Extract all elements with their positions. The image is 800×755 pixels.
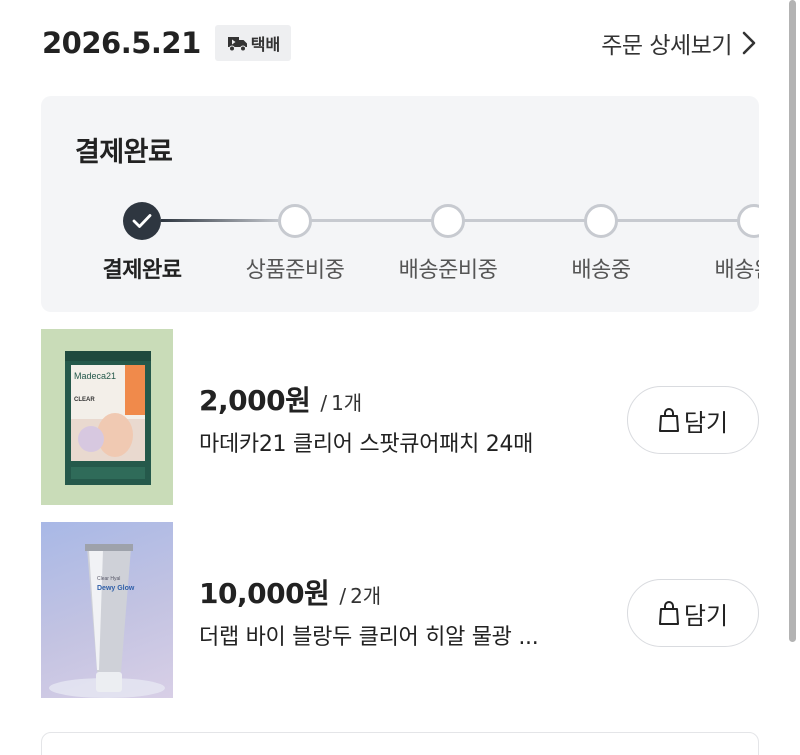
patch-package-image: Madeca21 CLEAR: [65, 351, 151, 485]
product-quantity: 2개: [350, 584, 382, 608]
status-title: 결제완료: [75, 137, 173, 168]
next-section-card: [41, 732, 759, 755]
step-node-ready-to-ship: [431, 204, 465, 238]
package-brand-text: Madeca21: [74, 371, 116, 381]
step-label-paid: 결제완료: [102, 258, 182, 283]
step-node-shipping: [584, 204, 618, 238]
truck-icon: [227, 36, 247, 51]
delivery-type-label: 택배: [250, 35, 281, 54]
progress-line-done: [161, 219, 281, 222]
step-node-completed: [123, 202, 161, 240]
product-quantity: 1개: [331, 391, 363, 415]
shopping-bag-icon: [658, 408, 679, 432]
check-icon: [132, 214, 152, 228]
order-detail-label: 주문 상세보기: [601, 33, 732, 59]
package-line-text: CLEAR: [74, 397, 95, 403]
add-to-cart-button[interactable]: 담기: [627, 386, 759, 454]
add-to-cart-button[interactable]: 담기: [627, 579, 759, 647]
product-item: Clear Hyal Dewy Glow 10,000원 / 2개 더랩 바이 …: [41, 522, 759, 699]
step-label-shipping: 배송중: [571, 258, 631, 283]
quantity-separator: /: [320, 391, 328, 415]
price-line: 2,000원 / 1개: [199, 379, 362, 419]
step-label-ready-to-ship: 배송준비중: [398, 258, 498, 283]
add-to-cart-label: 담기: [683, 601, 729, 630]
order-detail-link[interactable]: 주문 상세보기: [601, 26, 756, 60]
delivery-badge: 택배: [214, 25, 292, 61]
order-date: 2026.5.21: [42, 26, 201, 60]
step-label-delivered: 배송완료: [714, 258, 759, 283]
product-name[interactable]: 더랩 바이 블랑두 클리어 히알 물광 ...: [199, 619, 539, 651]
scrollbar[interactable]: [789, 0, 796, 642]
tube-product-image: Clear Hyal Dewy Glow: [49, 544, 165, 698]
add-to-cart-label: 담기: [683, 408, 729, 437]
product-image[interactable]: Madeca21 CLEAR: [41, 329, 173, 505]
tube-brand-text: Dewy Glow: [97, 585, 135, 592]
progress-line: [281, 219, 759, 222]
shopping-bag-icon: [658, 601, 679, 625]
order-header: 2026.5.21 택배 주문 상세보기: [42, 22, 758, 64]
tube-line-text: Clear Hyal: [97, 576, 120, 582]
price-line: 10,000원 / 2개: [199, 572, 381, 612]
order-status-card: 결제완료 결제완료 상품준비중 배송준비중 배송중 배송완료: [41, 96, 759, 312]
product-price: 10,000원: [199, 577, 330, 610]
quantity-separator: /: [339, 584, 347, 608]
chevron-right-icon: [742, 31, 756, 55]
step-label-preparing: 상품준비중: [245, 258, 345, 283]
product-item: Madeca21 CLEAR 2,000원 / 1개 마데카21 클리어 스팟큐…: [41, 329, 759, 506]
step-node-preparing: [278, 204, 312, 238]
product-name[interactable]: 마데카21 클리어 스팟큐어패치 24매: [199, 426, 533, 458]
step-node-delivered: [737, 204, 759, 238]
product-image[interactable]: Clear Hyal Dewy Glow: [41, 522, 173, 698]
product-price: 2,000원: [199, 384, 311, 417]
